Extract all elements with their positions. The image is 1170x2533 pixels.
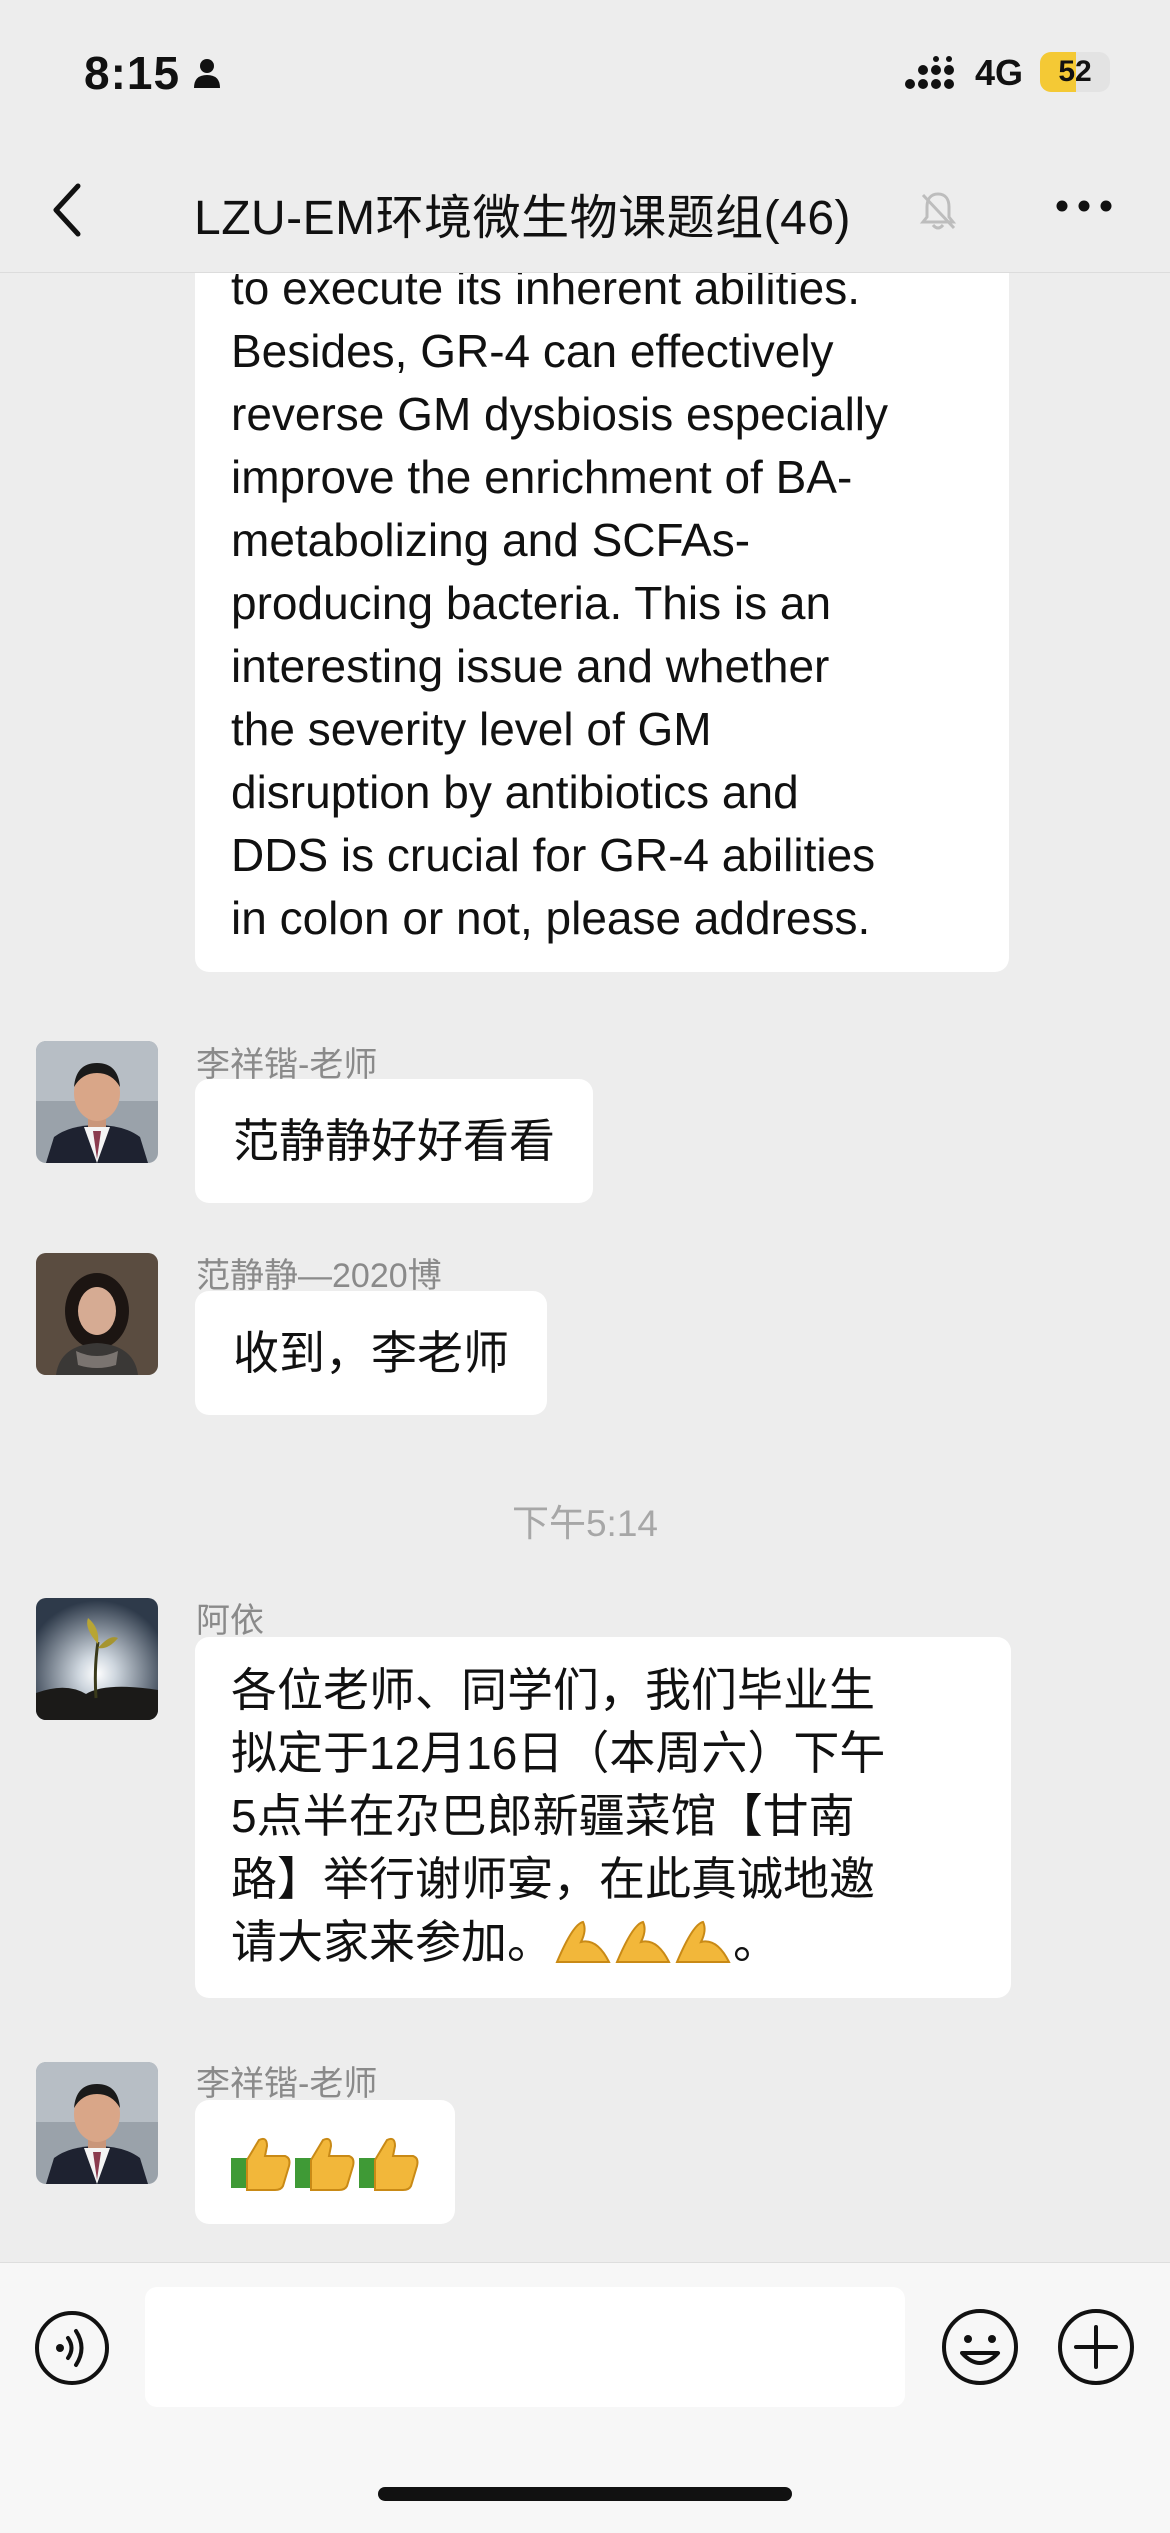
voice-icon[interactable]: [33, 2309, 111, 2387]
avatar[interactable]: [36, 2062, 158, 2184]
message-bubble-long-text[interactable]: to execute its inherent abilities. Besid…: [195, 273, 1009, 972]
message-line: 5点半在尕巴郎新疆菜馆【甘南: [231, 1790, 855, 1842]
message-line: the severity level of GM: [231, 703, 712, 755]
message-line: in colon or not, please address.: [231, 892, 871, 944]
message-tail: 。: [733, 1916, 779, 1968]
bell-muted-icon: [919, 192, 957, 230]
chevron-left-icon[interactable]: [44, 180, 94, 240]
message-line: 拟定于12月16日（本周六）下午: [231, 1727, 886, 1779]
chat-message-list[interactable]: to execute its inherent abilities. Besid…: [0, 273, 1170, 2261]
person-icon: [194, 59, 220, 88]
message-line: to execute its inherent abilities.: [231, 273, 861, 314]
message-input[interactable]: [145, 2287, 905, 2407]
message-text: 收到，李老师: [233, 1327, 509, 1379]
message-line: improve the enrichment of BA-: [231, 451, 853, 503]
avatar-man-in-suit: [36, 2062, 158, 2184]
message-line: Besides, GR-4 can effectively: [231, 325, 834, 377]
battery-level: 52: [1058, 55, 1092, 88]
message-bubble-emoji[interactable]: [195, 2100, 455, 2224]
avatar[interactable]: [36, 1598, 158, 1720]
pray-hands-emoji: [555, 1920, 731, 1963]
more-dots-icon[interactable]: [1054, 186, 1114, 226]
sender-name: 范静静—2020博: [196, 1257, 442, 1295]
avatar-man-in-suit: [36, 1041, 158, 1163]
message-line: producing bacteria. This is an: [231, 577, 832, 629]
sender-name: 李祥锴-老师: [196, 2065, 378, 2103]
message-line: interesting issue and whether: [231, 640, 830, 692]
thumbs-up-emoji: [231, 2137, 419, 2191]
message-line: metabolizing and SCFAs-: [231, 514, 751, 566]
message-text: 范静静好好看看: [233, 1115, 555, 1167]
avatar[interactable]: [36, 1041, 158, 1163]
message-timestamp: 下午5:14: [511, 1503, 658, 1544]
message-line: DDS is crucial for GR-4 abilities: [231, 829, 876, 881]
sender-name: 阿依: [196, 1602, 264, 1640]
home-indicator[interactable]: [378, 2487, 792, 2501]
message-line: 请大家来参加。: [231, 1916, 553, 1968]
avatar-sunset-plant: [36, 1598, 158, 1720]
network-type: 4G: [975, 52, 1024, 93]
cellular-signal-icon: [905, 56, 954, 89]
message-bubble[interactable]: 收到，李老师: [195, 1291, 547, 1415]
message-bubble-invitation[interactable]: 各位老师、同学们，我们毕业生 拟定于12月16日（本周六）下午 5点半在尕巴郎新…: [195, 1637, 1011, 1998]
message-line: 路】举行谢师宴，在此真诚地邀: [231, 1853, 875, 1905]
message-bubble[interactable]: 范静静好好看看: [195, 1079, 593, 1203]
status-time: 8:15: [84, 47, 181, 99]
status-bar: 8:15 4G 52: [0, 0, 1170, 150]
chat-title: LZU-EM环境微生物课题组(46): [194, 192, 852, 245]
smiley-icon[interactable]: [940, 2307, 1020, 2387]
battery-indicator: 52: [1040, 52, 1110, 92]
avatar-woman: [36, 1253, 158, 1375]
message-line: reverse GM dysbiosis especially: [231, 388, 889, 440]
plus-icon[interactable]: [1056, 2307, 1136, 2387]
avatar[interactable]: [36, 1253, 158, 1375]
chat-header: LZU-EM环境微生物课题组(46): [0, 150, 1170, 273]
message-line-last: 请大家来参加。 。: [231, 1911, 981, 1974]
message-line: disruption by antibiotics and: [231, 766, 799, 818]
message-line: 各位老师、同学们，我们毕业生: [231, 1664, 875, 1716]
